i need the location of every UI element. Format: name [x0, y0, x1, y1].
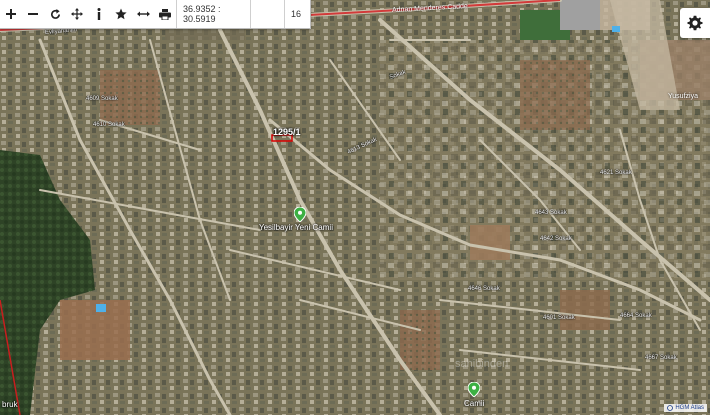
measure-icon	[136, 11, 150, 17]
coordinate-display: 36.9352 : 30.5919	[176, 0, 250, 28]
street-label-yusufziya: Yusufziya	[668, 93, 698, 100]
attribution[interactable]: HGM Atlas	[664, 404, 707, 412]
street-label-4643: 4643 Sokak	[535, 210, 567, 216]
zoom-level-display: 16	[284, 0, 310, 28]
street-label-4621: 4621 Sokak	[600, 170, 632, 176]
favorite-button[interactable]	[110, 0, 132, 28]
settings-button[interactable]	[680, 8, 710, 38]
map-view[interactable]: Adnan Menderes Cadde Yusufziya Evliyahan…	[0, 0, 710, 415]
watermark: sahibinden	[455, 358, 509, 370]
print-button[interactable]	[154, 0, 176, 28]
street-label-4610: 4610 Sokak	[93, 122, 125, 128]
copyright-icon	[667, 405, 674, 411]
plus-icon	[6, 9, 16, 19]
info-icon	[97, 8, 101, 20]
street-label-4646: 4646 Sokak	[468, 286, 500, 292]
refresh-icon	[50, 8, 60, 19]
mosque-pin-icon[interactable]	[294, 207, 306, 222]
gear-icon	[687, 15, 703, 31]
zoom-out-button[interactable]	[22, 0, 44, 28]
refresh-button[interactable]	[44, 0, 66, 28]
pan-button[interactable]	[66, 0, 88, 28]
mosque-label-1: Yesilbayir Yeni Camii	[259, 223, 333, 232]
mosque-pin-icon-2[interactable]	[468, 382, 480, 397]
street-label-4609: 4609 Sokak	[86, 96, 118, 102]
mosque-label-2: Camii	[464, 399, 485, 408]
street-label-4601: 4601 Sokak	[543, 315, 575, 321]
info-button[interactable]	[88, 0, 110, 28]
attribution-text: HGM Atlas	[675, 405, 704, 411]
parcel-label[interactable]: 1295/1	[273, 127, 301, 137]
toolbar-spacer	[250, 0, 284, 28]
left-edge-label: bruk	[2, 400, 18, 409]
measure-button[interactable]	[132, 0, 154, 28]
street-label-4664: 4664 Sokak	[620, 313, 652, 319]
street-label-4667: 4667 Sokak	[645, 355, 677, 361]
map-toolbar: 36.9352 : 30.5919 16	[0, 0, 311, 29]
zoom-in-button[interactable]	[0, 0, 22, 28]
street-label-4642: 4642 Sokak	[540, 236, 572, 242]
star-icon	[115, 8, 127, 20]
move-icon	[71, 8, 83, 20]
print-icon	[159, 8, 171, 20]
minus-icon	[28, 13, 38, 15]
satellite-imagery	[0, 0, 710, 415]
